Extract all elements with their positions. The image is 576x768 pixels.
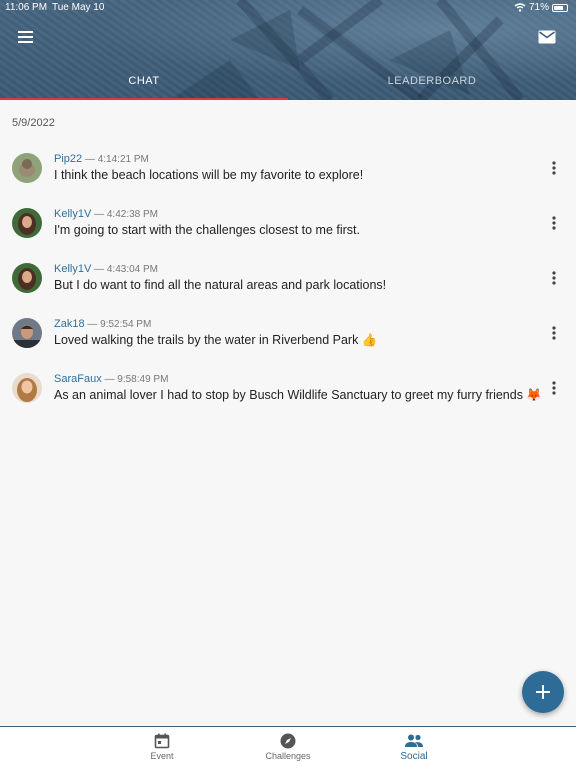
user-avatar-icon (12, 153, 42, 183)
people-icon (405, 734, 423, 747)
hamburger-menu-icon (18, 31, 33, 43)
message-header: Kelly1V — 4:42:38 PM (54, 208, 158, 220)
message-text: I think the beach locations will be my f… (54, 168, 364, 182)
message-username[interactable]: Kelly1V (54, 208, 91, 220)
message-options-button[interactable] (546, 268, 562, 288)
nav-event[interactable]: Event (117, 727, 207, 768)
avatar[interactable] (12, 153, 42, 183)
user-avatar-icon (12, 263, 42, 293)
message-time: — 4:14:21 PM (84, 154, 149, 165)
chat-message: SaraFaux — 9:58:49 PM As an animal lover… (0, 373, 576, 423)
plus-icon (536, 685, 550, 699)
nav-label: Challenges (265, 751, 311, 761)
active-tab-indicator (0, 98, 288, 100)
calendar-icon (154, 733, 170, 749)
user-avatar-icon (12, 373, 42, 403)
message-time: — 4:43:04 PM (94, 264, 158, 275)
message-header: Kelly1V — 4:43:04 PM (54, 263, 158, 275)
nav-label: Social (400, 751, 428, 762)
avatar[interactable] (12, 373, 42, 403)
message-time: — 9:52:54 PM (87, 319, 152, 330)
user-avatar-icon (12, 208, 42, 238)
more-vert-icon (552, 216, 556, 230)
avatar[interactable] (12, 263, 42, 293)
status-time: 11:06 PM (5, 2, 48, 13)
compass-icon (280, 733, 296, 749)
mail-icon (538, 30, 556, 44)
chat-message: Zak18 — 9:52:54 PM Loved walking the tra… (0, 318, 576, 368)
status-date: Tue May 10 (52, 2, 105, 13)
status-indicators: 71% (514, 2, 568, 13)
message-text: Loved walking the trails by the water in… (54, 333, 378, 347)
message-username[interactable]: Zak18 (54, 318, 85, 330)
user-avatar-icon (12, 318, 42, 348)
tab-bar: CHAT LEADERBOARD (0, 68, 576, 100)
message-time: — 4:42:38 PM (94, 209, 158, 220)
nav-challenges[interactable]: Challenges (243, 727, 333, 768)
avatar[interactable] (12, 318, 42, 348)
nav-social[interactable]: Social (369, 727, 459, 768)
message-options-button[interactable] (546, 158, 562, 178)
chat-message: Kelly1V — 4:43:04 PM But I do want to fi… (0, 263, 576, 313)
chat-date-label: 5/9/2022 (12, 117, 55, 129)
more-vert-icon (552, 326, 556, 340)
message-username[interactable]: SaraFaux (54, 373, 102, 385)
message-options-button[interactable] (546, 213, 562, 233)
message-options-button[interactable] (546, 323, 562, 343)
more-vert-icon (552, 161, 556, 175)
chat-message: Pip22 — 4:14:21 PM I think the beach loc… (0, 153, 576, 203)
message-header: Pip22 — 4:14:21 PM (54, 153, 149, 165)
battery-percent: 71% (528, 2, 549, 13)
message-username[interactable]: Kelly1V (54, 263, 91, 275)
message-text: As an animal lover I had to stop by Busc… (54, 388, 542, 402)
avatar[interactable] (12, 208, 42, 238)
message-header: Zak18 — 9:52:54 PM (54, 318, 151, 330)
app-header: 11:06 PM Tue May 10 71% CHAT LEADERBOARD (0, 0, 576, 100)
message-options-button[interactable] (546, 378, 562, 398)
menu-button[interactable] (18, 30, 38, 48)
message-text: But I do want to find all the natural ar… (54, 278, 387, 292)
more-vert-icon (552, 381, 556, 395)
tab-leaderboard[interactable]: LEADERBOARD (288, 68, 576, 100)
new-message-fab[interactable] (522, 671, 564, 713)
message-header: SaraFaux — 9:58:49 PM (54, 373, 168, 385)
tab-chat[interactable]: CHAT (0, 68, 288, 100)
message-text: I'm going to start with the challenges c… (54, 223, 360, 237)
message-username[interactable]: Pip22 (54, 153, 82, 165)
nav-label: Event (150, 751, 174, 761)
message-time: — 9:58:49 PM (104, 374, 169, 385)
bottom-navigation: Event Challenges Social (0, 726, 576, 768)
status-bar: 11:06 PM Tue May 10 71% (0, 0, 576, 16)
chat-message: Kelly1V — 4:42:38 PM I'm going to start … (0, 208, 576, 258)
battery-icon (552, 3, 568, 12)
wifi-icon (514, 3, 526, 12)
battery-fill (554, 5, 563, 10)
messages-button[interactable] (538, 30, 558, 48)
more-vert-icon (552, 271, 556, 285)
